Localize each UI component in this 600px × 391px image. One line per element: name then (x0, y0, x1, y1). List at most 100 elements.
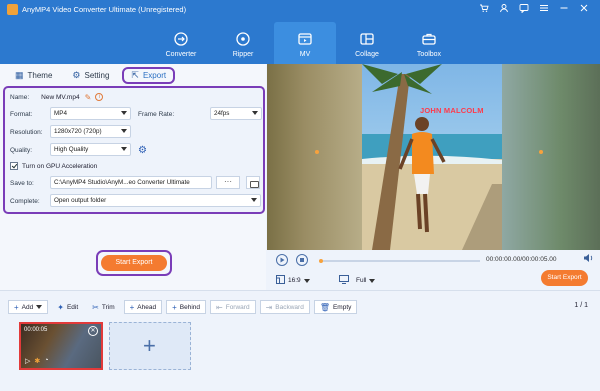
effect-icon[interactable]: ✱ (34, 357, 40, 365)
settings-panel: ▦ Theme ⚙ Setting ⇱ Export Name: New MV.… (0, 64, 266, 290)
save-path-field[interactable]: C:\AnyMP4 Studio\AnyM...eo Converter Ult… (50, 176, 212, 189)
video-overlay-text: JOHN MALCOLM (420, 106, 484, 115)
gpu-label: Turn on GPU Acceleration (22, 162, 98, 170)
quality-settings: ⚙ (138, 143, 147, 157)
plus-icon: + (14, 302, 19, 312)
export-icon: ⇱ (131, 70, 139, 80)
format-select[interactable]: MP4 (50, 107, 131, 120)
start-export-highlight: Start Export (96, 250, 172, 276)
view-mode-select[interactable]: Full (339, 275, 376, 286)
scissors-icon: ✂ (92, 302, 99, 312)
ripper-icon (236, 32, 250, 46)
chevron-down-icon (121, 147, 127, 151)
converter-icon (174, 32, 188, 46)
setting-icon: ⚙ (72, 70, 81, 80)
edit-icon[interactable]: ✎ (85, 93, 92, 102)
preview-frame-image (362, 64, 502, 250)
feedback-icon[interactable] (518, 3, 530, 17)
gear-icon[interactable]: ⚙ (138, 145, 147, 156)
resolution-row: Resolution: (10, 125, 43, 139)
chevron-down-icon (252, 111, 258, 115)
plus-icon: + (143, 333, 156, 358)
menu-icon[interactable] (538, 3, 550, 17)
sub-tabs: ▦ Theme ⚙ Setting ⇱ Export (8, 67, 176, 84)
frame-rate-value: 24fps (214, 110, 230, 117)
frame-rate-label: Frame Rate: (138, 110, 175, 118)
add-label: Add (21, 303, 34, 311)
play-icon[interactable] (276, 254, 288, 266)
empty-label: Empty (332, 303, 352, 311)
tab-converter[interactable]: Converter (150, 22, 212, 64)
tab-mv[interactable]: MV (274, 22, 336, 64)
timeline-clip[interactable]: 00:00:05 ✕ ▷ ✱ ◔ (19, 322, 103, 370)
add-clip-slot[interactable]: + (109, 322, 191, 370)
format-label: Format: (10, 110, 33, 118)
resolution-select[interactable]: 1280x720 (720p) (50, 125, 131, 138)
complete-value: Open output folder (54, 197, 107, 204)
preview-start-export-button[interactable]: Start Export (541, 270, 588, 286)
time-readout: 00:00:00.00/00:00:05.00 (486, 256, 557, 263)
user-icon[interactable] (498, 3, 510, 17)
clip-toolbar: + Add ✦ Edit ✂ Trim + Ahead + Behind ⇤ F… (8, 300, 358, 315)
tab-label: Toolbox (416, 51, 442, 58)
aspect-ratio-value: 16:9 (288, 277, 301, 284)
start-export-button[interactable]: Start Export (101, 255, 167, 271)
volume-icon[interactable] (583, 253, 594, 265)
behind-label: Behind (179, 303, 201, 311)
progress-handle[interactable] (319, 259, 323, 263)
trim-button[interactable]: ✂ Trim (87, 300, 119, 314)
tab-toolbox[interactable]: Toolbox (398, 22, 460, 64)
edit-button[interactable]: ✦ Edit (52, 300, 83, 314)
close-icon[interactable] (578, 3, 590, 17)
tab-collage[interactable]: Collage (336, 22, 398, 64)
ahead-button[interactable]: + Ahead (123, 300, 163, 314)
quality-row: Quality: (10, 143, 32, 157)
info-icon[interactable]: i (95, 93, 104, 101)
chevron-down-icon (121, 129, 127, 133)
tab-setting[interactable]: ⚙ Setting (65, 67, 116, 84)
behind-icon: + (172, 302, 177, 312)
play-icon[interactable]: ▷ (25, 357, 30, 365)
chevron-down-icon (369, 278, 376, 283)
behind-button[interactable]: + Behind (166, 300, 207, 314)
main-tabs: Converter Ripper MV Collage Toolbox (150, 22, 460, 64)
format-row: Format: (10, 107, 32, 121)
empty-button[interactable]: 🗑 Empty (313, 300, 358, 314)
divider (0, 290, 600, 291)
name-label: Name: (10, 93, 30, 101)
backward-button[interactable]: ⇥ Backward (259, 300, 310, 314)
forward-icon: ⇤ (216, 302, 223, 312)
open-folder-icon[interactable] (246, 176, 260, 189)
gpu-checkbox[interactable] (10, 162, 18, 170)
minimize-icon[interactable] (558, 3, 570, 17)
title-bar: AnyMP4 Video Converter Ultimate (Unregis… (0, 0, 600, 64)
stop-icon[interactable] (296, 254, 308, 266)
resolution-label: Resolution: (10, 128, 43, 136)
progress-track[interactable] (320, 260, 480, 262)
timer-icon[interactable]: ◔ (44, 357, 48, 365)
aspect-ratio-icon (276, 275, 285, 286)
complete-select[interactable]: Open output folder (50, 194, 261, 207)
quality-select[interactable]: High Quality (50, 143, 131, 156)
chevron-down-icon (303, 278, 310, 283)
clip-actions: ▷ ✱ ◔ (25, 357, 49, 365)
collage-icon (360, 33, 374, 45)
tab-theme[interactable]: ▦ Theme (8, 67, 59, 84)
add-button[interactable]: + Add (8, 300, 49, 314)
frame-rate-select[interactable]: 24fps (210, 107, 262, 120)
tab-export[interactable]: ⇱ Export (122, 67, 176, 84)
close-icon[interactable]: ✕ (88, 326, 98, 336)
monitor-icon (339, 275, 349, 286)
aspect-ratio-select[interactable]: 16:9 (276, 275, 310, 286)
gpu-row: Turn on GPU Acceleration (10, 159, 97, 173)
tab-ripper[interactable]: Ripper (212, 22, 274, 64)
frame-rate-row: Frame Rate: (138, 107, 174, 121)
tab-label: MV (299, 51, 311, 58)
chevron-down-icon (251, 198, 257, 202)
player-controls: 00:00:00.00/00:00:05.00 16:9 Full Start … (267, 250, 600, 290)
theme-icon: ▦ (15, 70, 24, 80)
browse-button[interactable]: ··· (216, 176, 240, 189)
cart-icon[interactable] (478, 3, 490, 17)
forward-button[interactable]: ⇤ Forward (210, 300, 256, 314)
trim-label: Trim (101, 303, 115, 311)
